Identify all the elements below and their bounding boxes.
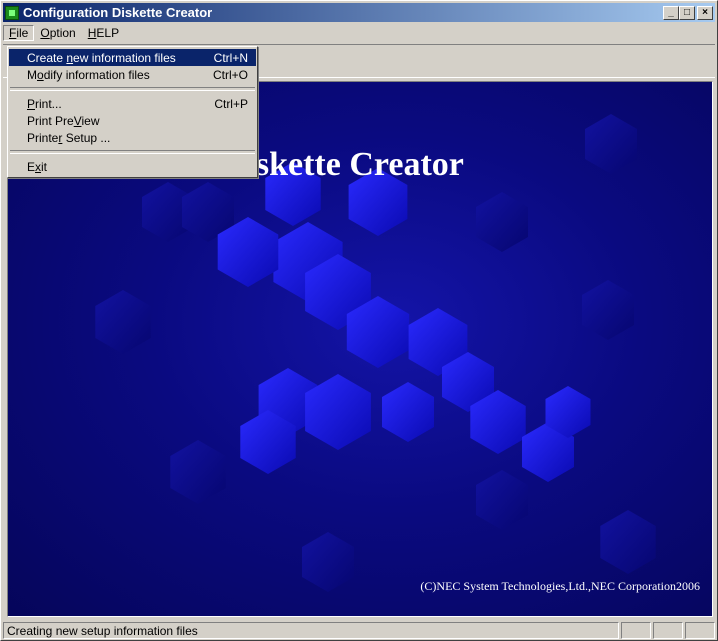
menu-help[interactable]: HELP <box>82 25 125 41</box>
maximize-button[interactable]: □ <box>679 5 695 20</box>
modify-menu-item[interactable]: Modify information files Ctrl+O <box>9 66 256 83</box>
app-icon[interactable] <box>5 5 19 20</box>
hexagon-shape <box>582 280 634 340</box>
exit-menu-item[interactable]: Exit <box>9 158 256 175</box>
status-text: Creating new setup information files <box>3 621 619 639</box>
menu-file[interactable]: File <box>3 25 35 41</box>
menu-file-label: ile <box>16 26 29 40</box>
minimize-button[interactable]: _ <box>663 5 679 20</box>
menu-item-shortcut: Ctrl+P <box>214 96 248 111</box>
print-preview-menu-item[interactable]: Print PreView <box>9 112 256 129</box>
menu-item-label: Print PreView <box>27 113 100 128</box>
title-bar[interactable]: Configuration Diskette Creator _ □ × <box>3 3 715 22</box>
menu-option-label: ption <box>49 26 76 40</box>
menu-separator <box>10 150 255 154</box>
menu-item-label: Printer Setup ... <box>27 130 111 145</box>
status-bar: Creating new setup information files <box>3 620 715 640</box>
hexagon-shape <box>170 440 226 504</box>
menu-separator <box>10 87 255 91</box>
hexagon-shape <box>382 382 434 442</box>
menu-option-accel: O <box>40 26 50 40</box>
print-menu-item[interactable]: Print... Ctrl+P <box>9 95 256 112</box>
menu-item-label: Print... <box>27 96 62 111</box>
close-button[interactable]: × <box>697 5 713 20</box>
status-panel-3 <box>685 621 715 639</box>
menu-option[interactable]: Option <box>34 25 81 41</box>
menu-bar: File Option HELP <box>3 23 715 43</box>
file-menu-dropdown: Create new information files Ctrl+N Modify… <box>7 46 258 178</box>
menu-item-shortcut: Ctrl+N <box>213 50 248 65</box>
splash-copyright: (C)NEC System Technologies,Ltd.,NEC Corp… <box>420 579 700 593</box>
create-new-menu-item[interactable]: Create new information files Ctrl+N <box>9 49 256 66</box>
menu-item-label: Modify information files <box>27 67 150 82</box>
hexagon-shape <box>95 290 151 354</box>
menu-item-label: Exit <box>27 159 48 174</box>
menu-help-label: ELP <box>96 26 120 40</box>
menu-item-shortcut: Ctrl+O <box>212 67 248 82</box>
printer-setup-menu-item[interactable]: Printer Setup ... <box>9 129 256 146</box>
menu-item-label: Create new information files <box>27 50 176 65</box>
hexagon-shape <box>302 532 354 592</box>
hexagon-shape <box>600 510 656 574</box>
status-panel-2 <box>653 621 683 639</box>
status-panel-1 <box>621 621 651 639</box>
hexagon-shape <box>585 114 637 174</box>
hexagon-shape <box>476 192 528 252</box>
window-title: Configuration Diskette Creator <box>23 5 213 20</box>
hexagon-shape <box>476 470 528 530</box>
app-window: Configuration Diskette Creator _ □ × Fil… <box>0 0 718 641</box>
